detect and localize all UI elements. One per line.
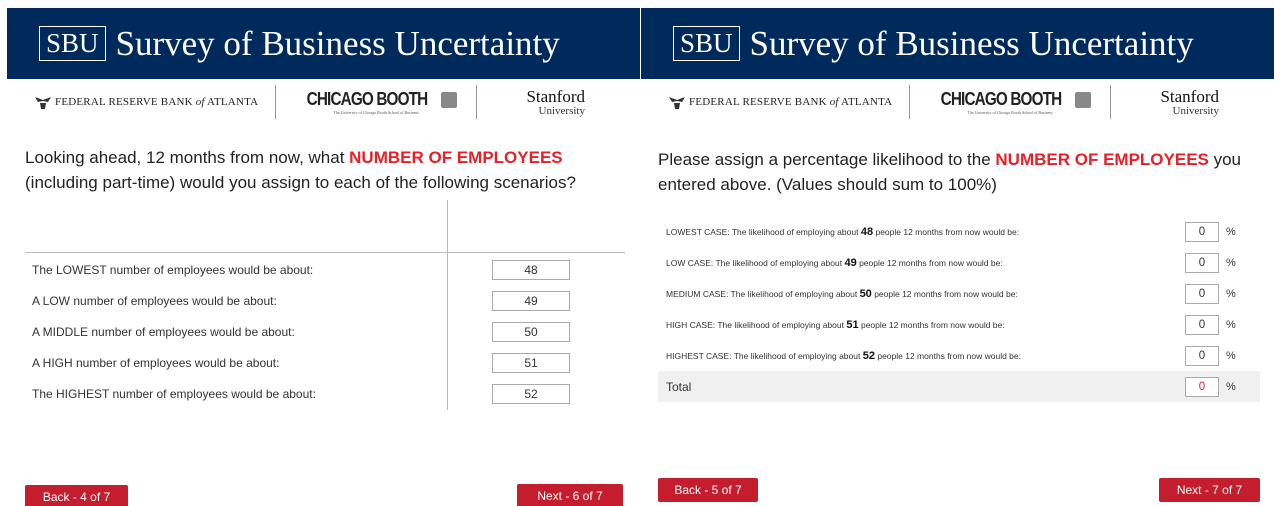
banner-title: Survey of Business Uncertainty <box>115 23 560 63</box>
likelihood-input[interactable]: 0 <box>1185 221 1219 242</box>
stanford-logo: Stanford University <box>526 86 585 117</box>
chicago-booth-logo: CHICAGO BOOTH The University of Chicago … <box>910 89 1110 115</box>
crest-icon <box>1074 91 1091 108</box>
likelihood-input[interactable]: 0 <box>1185 283 1219 304</box>
total-value: 0 <box>1185 376 1219 397</box>
scenario-table: The LOWEST number of employees would be … <box>25 200 625 410</box>
back-button[interactable]: Back - 5 of 7 <box>658 478 758 502</box>
likelihood-input[interactable]: 0 <box>1185 345 1219 366</box>
question-text: Please assign a percentage likelihood to… <box>658 150 1242 194</box>
crest-icon <box>440 91 457 108</box>
table-row: LOWEST CASE: The likelihood of employing… <box>658 216 1260 247</box>
frb-atlanta-logo: FEDERAL RESERVE BANK of ATLANTA <box>669 95 909 109</box>
employee-count-input[interactable]: 52 <box>492 383 570 404</box>
table-row: A MIDDLE number of employees would be ab… <box>25 316 625 347</box>
partner-logos: FEDERAL RESERVE BANK of ATLANTA CHICAGO … <box>7 80 640 124</box>
table-row: MEDIUM CASE: The likelihood of employing… <box>658 278 1260 309</box>
sbu-logo: SBU <box>673 25 740 62</box>
likelihood-input[interactable]: 0 <box>1185 252 1219 273</box>
likelihood-input[interactable]: 0 <box>1185 314 1219 335</box>
table-row: A LOW number of employees would be about… <box>25 285 625 316</box>
survey-banner: SBU Survey of Business Uncertainty <box>7 8 640 79</box>
eagle-icon <box>669 97 685 109</box>
question-text: Looking ahead, 12 months from now, what … <box>25 148 576 192</box>
frb-atlanta-logo: FEDERAL RESERVE BANK of ATLANTA <box>35 95 275 109</box>
next-button[interactable]: Next - 7 of 7 <box>1159 478 1260 502</box>
back-button[interactable]: Back - 4 of 7 <box>25 485 128 506</box>
employee-count-input[interactable]: 50 <box>492 321 570 342</box>
chicago-booth-logo: CHICAGO BOOTH The University of Chicago … <box>276 89 476 115</box>
sbu-logo: SBU <box>39 25 106 62</box>
employee-count-input[interactable]: 48 <box>492 259 570 280</box>
table-row: LOW CASE: The likelihood of employing ab… <box>658 247 1260 278</box>
survey-banner: SBU Survey of Business Uncertainty <box>641 8 1274 79</box>
survey-page-employees-count: SBU Survey of Business Uncertainty FEDER… <box>0 0 640 506</box>
survey-page-likelihood: SBU Survey of Business Uncertainty FEDER… <box>641 0 1274 506</box>
next-button[interactable]: Next - 6 of 7 <box>517 484 623 506</box>
partner-logos: FEDERAL RESERVE BANK of ATLANTA CHICAGO … <box>641 80 1274 124</box>
eagle-icon <box>35 97 51 109</box>
banner-title: Survey of Business Uncertainty <box>749 23 1194 63</box>
table-row: The HIGHEST number of employees would be… <box>25 378 625 409</box>
table-row: HIGHEST CASE: The likelihood of employin… <box>658 340 1260 371</box>
employee-count-input[interactable]: 49 <box>492 290 570 311</box>
total-row: Total 0 % <box>658 371 1260 402</box>
table-row: The LOWEST number of employees would be … <box>25 254 625 285</box>
employee-count-input[interactable]: 51 <box>492 352 570 373</box>
table-row: HIGH CASE: The likelihood of employing a… <box>658 309 1260 340</box>
stanford-logo: Stanford University <box>1160 86 1219 117</box>
table-row: A HIGH number of employees would be abou… <box>25 347 625 378</box>
